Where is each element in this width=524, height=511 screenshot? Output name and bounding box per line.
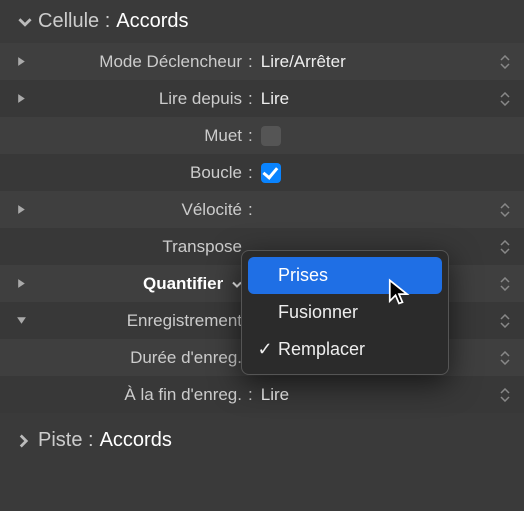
chevron-down-icon (18, 15, 38, 29)
label-velocity: Vélocité (36, 200, 248, 220)
chevron-down-icon[interactable] (6, 316, 36, 325)
stepper-icon[interactable] (496, 203, 514, 217)
row-rec-end: À la fin d'enreg. : Lire (0, 376, 524, 413)
popup-item-takes[interactable]: Prises (248, 257, 442, 294)
label-transpose: Transpose (36, 237, 248, 257)
checkmark-icon: ✓ (252, 339, 278, 360)
cell-header-name: Accords (116, 10, 188, 33)
stepper-icon[interactable] (496, 240, 514, 254)
loop-checkbox[interactable] (261, 163, 281, 183)
stepper-icon[interactable] (496, 314, 514, 328)
mute-checkbox[interactable] (261, 126, 281, 146)
label-play-from: Lire depuis (36, 89, 248, 109)
label-rec-end: À la fin d'enreg. (36, 385, 248, 405)
track-section-header[interactable]: Piste : Accords (0, 419, 524, 462)
stepper-icon[interactable] (496, 55, 514, 69)
row-velocity: Vélocité : (0, 191, 524, 228)
label-mute: Muet (36, 126, 248, 146)
label-rec-length: Durée d'enreg. (36, 348, 248, 368)
label-trigger-mode: Mode Déclencheur (36, 52, 248, 72)
stepper-icon[interactable] (496, 351, 514, 365)
row-loop: Boucle : (0, 154, 524, 191)
row-mute: Muet : (0, 117, 524, 154)
label-quantize: Quantifier (36, 274, 248, 294)
disclosure-icon[interactable] (6, 56, 36, 67)
cell-section-header[interactable]: Cellule : Accords (0, 0, 524, 43)
value-play-from[interactable]: Lire (261, 89, 496, 109)
popup-item-replace[interactable]: ✓ Remplacer (242, 331, 448, 368)
row-play-from: Lire depuis : Lire (0, 80, 524, 117)
stepper-icon[interactable] (496, 388, 514, 402)
value-rec-end[interactable]: Lire (261, 385, 496, 405)
disclosure-icon[interactable] (6, 278, 36, 289)
recording-mode-popup: Prises Fusionner ✓ Remplacer (241, 250, 449, 375)
track-header-prefix: Piste : (38, 429, 94, 452)
label-recording: Enregistrement (36, 311, 248, 331)
disclosure-icon[interactable] (6, 204, 36, 215)
cell-header-prefix: Cellule : (38, 10, 110, 33)
label-loop: Boucle (36, 163, 248, 183)
disclosure-icon[interactable] (6, 93, 36, 104)
chevron-right-icon (18, 434, 38, 448)
popup-item-merge[interactable]: Fusionner (242, 294, 448, 331)
track-header-name: Accords (100, 429, 172, 452)
stepper-icon[interactable] (496, 277, 514, 291)
row-trigger-mode: Mode Déclencheur : Lire/Arrêter (0, 43, 524, 80)
stepper-icon[interactable] (496, 92, 514, 106)
value-trigger-mode[interactable]: Lire/Arrêter (261, 52, 496, 72)
